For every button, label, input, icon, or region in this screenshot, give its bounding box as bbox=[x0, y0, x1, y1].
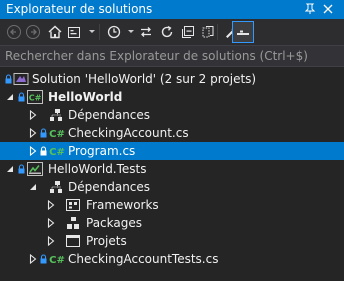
toolbar bbox=[0, 19, 344, 45]
lock-icon bbox=[5, 74, 12, 84]
lock-icon bbox=[40, 146, 47, 156]
lock-icon bbox=[18, 92, 25, 102]
preview-icon bbox=[237, 30, 249, 35]
back-arrow-icon bbox=[7, 25, 21, 39]
collapsed-arrow-icon[interactable] bbox=[28, 110, 38, 120]
tree-item-dependencies[interactable]: Dépendances bbox=[0, 178, 344, 196]
collapse-all-icon bbox=[182, 26, 194, 38]
clock-icon bbox=[107, 25, 121, 39]
window-title: Explorateur de solutions bbox=[6, 2, 153, 16]
search-input[interactable] bbox=[5, 48, 335, 64]
collapsed-arrow-icon[interactable] bbox=[46, 218, 56, 228]
svg-text:C#: C# bbox=[49, 129, 65, 140]
dependencies-label: Dépendances bbox=[68, 180, 151, 194]
tree-item-file-checkingaccounttests[interactable]: C# CheckingAccountTests.cs bbox=[0, 250, 344, 268]
show-all-files-icon bbox=[202, 26, 214, 38]
lock-icon bbox=[40, 254, 47, 264]
file-label: CheckingAccountTests.cs bbox=[68, 252, 219, 266]
csharp-file-icon: C# bbox=[49, 129, 65, 140]
csharp-file-icon: C# bbox=[49, 147, 65, 158]
home-icon bbox=[48, 25, 62, 39]
dependencies-label: Dépendances bbox=[68, 108, 151, 122]
collapse-all-button[interactable] bbox=[178, 22, 198, 42]
file-label: Program.cs bbox=[68, 144, 136, 158]
refresh-button[interactable] bbox=[157, 22, 177, 42]
search-box bbox=[0, 45, 344, 67]
frameworks-label: Frameworks bbox=[86, 198, 159, 212]
pin-icon[interactable] bbox=[302, 1, 318, 17]
close-icon[interactable] bbox=[320, 1, 336, 17]
toolbar-separator bbox=[217, 24, 218, 40]
project-label: HelloWorld bbox=[48, 90, 123, 104]
test-project-icon bbox=[27, 162, 43, 176]
refresh-icon bbox=[161, 25, 173, 38]
frameworks-icon bbox=[66, 199, 80, 211]
switch-views-button[interactable] bbox=[64, 22, 84, 42]
tree-item-solution[interactable]: Solution 'HelloWorld' (2 sur 2 projets) bbox=[0, 70, 344, 88]
solution-icon bbox=[13, 73, 29, 85]
chevron-down-icon bbox=[128, 30, 134, 33]
forward-button[interactable] bbox=[23, 22, 43, 42]
collapsed-arrow-icon[interactable] bbox=[28, 254, 38, 264]
tree-item-frameworks[interactable]: Frameworks bbox=[0, 196, 344, 214]
tree-item-file-program[interactable]: C# Program.cs bbox=[0, 142, 344, 160]
sync-button[interactable] bbox=[136, 22, 156, 42]
back-button[interactable] bbox=[4, 22, 24, 42]
svg-text:C#: C# bbox=[29, 94, 42, 103]
expanded-arrow-icon[interactable] bbox=[5, 164, 15, 174]
svg-text:C#: C# bbox=[49, 147, 65, 158]
collapsed-arrow-icon[interactable] bbox=[28, 128, 38, 138]
tree-item-dependencies[interactable]: Dépendances bbox=[0, 106, 344, 124]
csharp-file-icon: C# bbox=[49, 255, 65, 266]
projects-icon bbox=[66, 235, 80, 247]
lock-icon bbox=[18, 164, 25, 174]
solution-explorer-window: Explorateur de solutions Rechercher dans… bbox=[0, 0, 344, 281]
solution-label: Solution 'HelloWorld' (2 sur 2 projets) bbox=[32, 72, 257, 86]
packages-icon bbox=[67, 217, 79, 229]
show-all-files-button[interactable] bbox=[198, 22, 218, 42]
file-label: CheckingAccount.cs bbox=[68, 126, 189, 140]
chevron-down-icon bbox=[89, 30, 95, 33]
tree-item-file-checkingaccount[interactable]: C# CheckingAccount.cs bbox=[0, 124, 344, 142]
preview-selected-items-button[interactable] bbox=[232, 21, 254, 43]
dependencies-icon bbox=[50, 109, 62, 121]
collapsed-arrow-icon[interactable] bbox=[46, 236, 56, 246]
expanded-arrow-icon[interactable] bbox=[28, 182, 38, 192]
home-button[interactable] bbox=[45, 22, 65, 42]
lock-icon bbox=[40, 128, 47, 138]
expanded-arrow-icon[interactable] bbox=[5, 92, 15, 102]
tree-item-projets[interactable]: Projets bbox=[0, 232, 344, 250]
svg-text:C#: C# bbox=[49, 255, 65, 266]
packages-label: Packages bbox=[86, 216, 142, 230]
collapsed-arrow-icon[interactable] bbox=[28, 146, 38, 156]
projets-label: Projets bbox=[86, 234, 127, 248]
dependencies-icon bbox=[50, 181, 62, 193]
toolbar-separator bbox=[99, 24, 100, 40]
csharp-project-icon: C# bbox=[27, 90, 43, 104]
title-bar: Explorateur de solutions bbox=[0, 0, 344, 19]
project-label: HelloWorld.Tests bbox=[48, 162, 147, 176]
tree-item-project-helloworld[interactable]: C# HelloWorld bbox=[0, 88, 344, 106]
collapsed-arrow-icon[interactable] bbox=[46, 200, 56, 210]
tree-item-packages[interactable]: Packages bbox=[0, 214, 344, 232]
tree-item-project-tests[interactable]: HelloWorld.Tests bbox=[0, 160, 344, 178]
sync-arrows-icon bbox=[141, 27, 151, 37]
forward-arrow-icon bbox=[26, 25, 40, 39]
switch-views-icon bbox=[68, 27, 80, 38]
